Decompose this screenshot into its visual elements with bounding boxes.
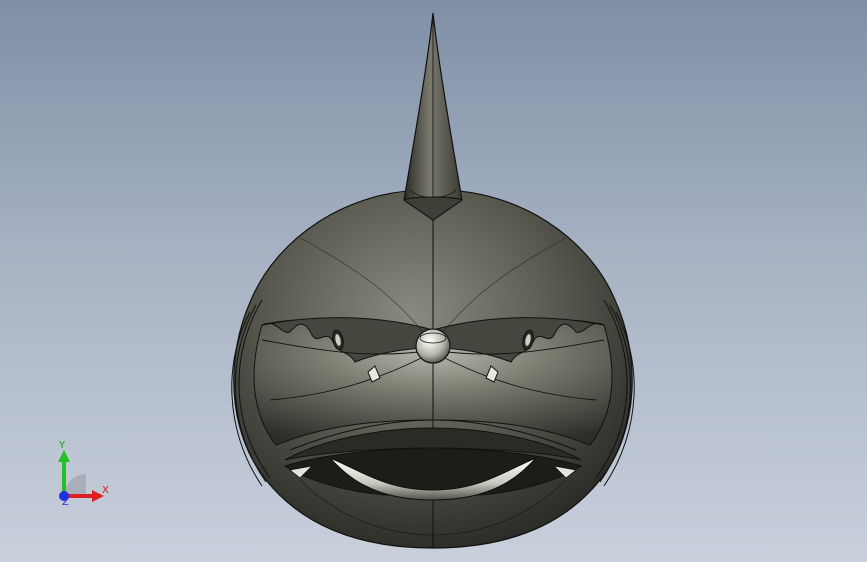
nose-knob <box>415 328 451 364</box>
shark-head-model[interactable] <box>0 0 867 562</box>
graphics-viewport[interactable]: Y X Z <box>0 0 867 562</box>
coordinate-triad[interactable]: Y X Z <box>46 438 116 508</box>
triad-y-label: Y <box>59 440 66 451</box>
triad-x-label: X <box>102 485 109 496</box>
triad-icon <box>58 450 104 502</box>
triad-z-label: Z <box>62 497 69 508</box>
